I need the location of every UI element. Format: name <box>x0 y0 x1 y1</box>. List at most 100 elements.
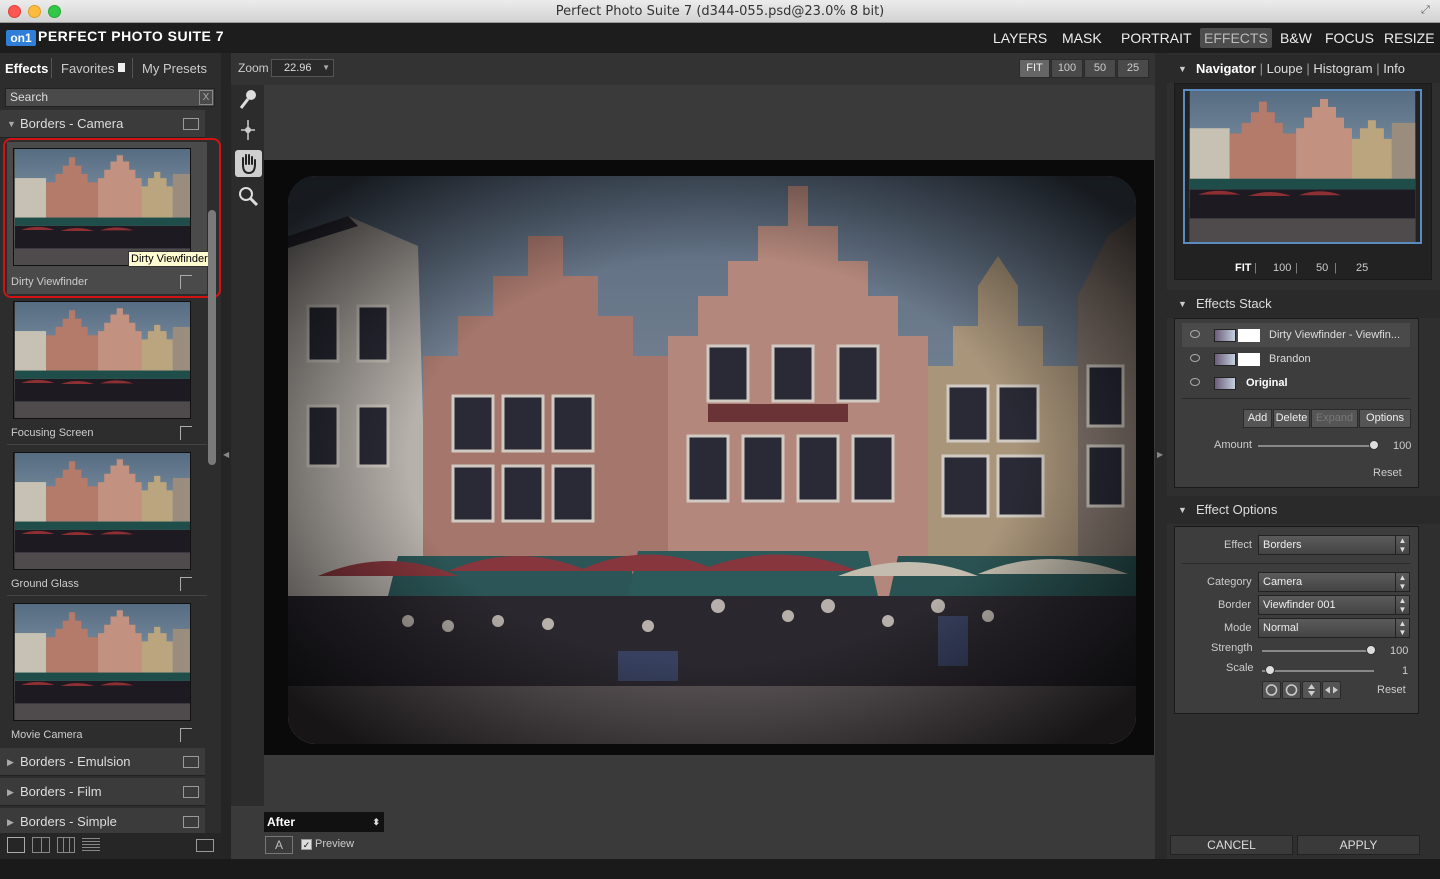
reset-amount-button[interactable]: Reset <box>1373 467 1402 479</box>
list-view-icon[interactable] <box>82 838 100 852</box>
hand-tool[interactable] <box>235 150 262 177</box>
mode-select[interactable]: Normal ▲ ▼ <box>1258 618 1410 638</box>
category-label: Borders - Camera <box>20 116 124 131</box>
tab-effects[interactable]: EFFECTS <box>1200 28 1272 48</box>
preview-photo[interactable] <box>288 176 1136 744</box>
grid-view-icon[interactable] <box>183 118 199 130</box>
flip-vertical-icon[interactable] <box>1302 681 1321 699</box>
eye-icon[interactable] <box>1190 354 1200 362</box>
flip-horizontal-icon[interactable] <box>1322 681 1341 699</box>
tab-info[interactable]: Info <box>1383 61 1405 76</box>
zoom-50-button[interactable]: 50 <box>1084 59 1116 78</box>
rotate-left-icon[interactable] <box>1262 681 1281 699</box>
tab-navigator[interactable]: Navigator <box>1196 61 1256 76</box>
preset-list-scrollbar[interactable] <box>208 210 216 465</box>
category-borders-film[interactable]: ▶ Borders - Film <box>0 778 205 806</box>
brush-tool[interactable] <box>235 86 262 113</box>
effect-select[interactable]: Borders ▲ ▼ <box>1258 535 1410 555</box>
preset-thumbnail-movie-camera[interactable] <box>13 603 191 721</box>
minimize-window-button[interactable] <box>28 5 41 18</box>
expanded-triangle-icon[interactable]: ▼ <box>1178 290 1187 318</box>
category-borders-simple[interactable]: ▶ Borders - Simple <box>0 808 205 836</box>
favorite-flag-icon[interactable] <box>180 426 192 440</box>
favorite-flag-icon[interactable] <box>180 275 192 289</box>
zoom-25-button[interactable]: 25 <box>1117 59 1149 78</box>
eye-icon[interactable] <box>1190 378 1200 386</box>
expand-layer-button[interactable]: Expand <box>1311 409 1358 428</box>
brush-icon <box>239 90 256 109</box>
navigator-thumbnail[interactable] <box>1183 89 1422 244</box>
preset-thumbnail-ground-glass[interactable] <box>13 452 191 570</box>
retouch-tool[interactable] <box>235 117 262 144</box>
amount-value[interactable]: 100 <box>1393 440 1411 452</box>
zoom-field[interactable]: 22.96 ▼ <box>271 59 334 77</box>
border-select[interactable]: Viewfinder 001 ▲ ▼ <box>1258 595 1410 615</box>
strength-slider-track[interactable] <box>1262 650 1374 652</box>
favorite-flag-icon[interactable] <box>180 577 192 591</box>
stack-layer-original[interactable]: Original <box>1182 371 1410 395</box>
tab-histogram[interactable]: Histogram <box>1313 61 1372 76</box>
amount-slider-track[interactable] <box>1258 445 1376 447</box>
layer-options-button[interactable]: Options <box>1359 409 1411 428</box>
tab-mask[interactable]: MASK <box>1058 28 1106 48</box>
zoom-fit-button[interactable]: FIT <box>1019 59 1050 78</box>
tab-bw[interactable]: B&W <box>1276 28 1316 48</box>
strength-slider-knob[interactable] <box>1366 645 1376 655</box>
tab-layers[interactable]: LAYERS <box>989 28 1051 48</box>
amount-slider-knob[interactable] <box>1369 440 1379 450</box>
scale-value[interactable]: 1 <box>1402 665 1408 677</box>
preset-thumbnail-focusing-screen[interactable] <box>13 301 191 419</box>
preview-checkbox[interactable]: ✓ Preview <box>301 838 354 850</box>
nav-zoom-50[interactable]: 50 <box>1316 262 1328 274</box>
grid-view-icon[interactable] <box>183 756 199 768</box>
category-select[interactable]: Camera ▲ ▼ <box>1258 572 1410 592</box>
eye-icon[interactable] <box>1190 330 1200 338</box>
close-window-button[interactable] <box>8 5 21 18</box>
collapse-right-icon[interactable]: ▶ <box>1157 450 1163 459</box>
apply-button[interactable]: APPLY <box>1297 835 1420 855</box>
expanded-triangle-icon[interactable]: ▼ <box>1178 496 1187 524</box>
expanded-triangle-icon[interactable]: ▼ <box>1178 55 1187 83</box>
stack-layer-dirty-viewfinder[interactable]: Dirty Viewfinder - Viewfin... <box>1182 323 1410 347</box>
category-borders-emulsion[interactable]: ▶ Borders - Emulsion <box>0 748 205 776</box>
nav-zoom-25[interactable]: 25 <box>1356 262 1368 274</box>
search-input[interactable]: Search X <box>5 88 215 107</box>
grid-view-icon[interactable] <box>183 786 199 798</box>
rotate-right-icon[interactable] <box>1282 681 1301 699</box>
layer-thumbnail <box>1214 353 1236 366</box>
pin-icon <box>241 120 255 140</box>
grid-view-icon[interactable] <box>196 839 214 852</box>
zoom-window-button[interactable] <box>48 5 61 18</box>
stack-layer-brandon[interactable]: Brandon <box>1182 347 1410 371</box>
tab-my-presets[interactable]: My Presets <box>142 61 207 76</box>
scale-slider-knob[interactable] <box>1265 665 1275 675</box>
tab-loupe[interactable]: Loupe <box>1267 61 1303 76</box>
clear-search-button[interactable]: X <box>199 90 213 105</box>
favorite-flag-icon[interactable] <box>180 728 192 742</box>
tab-resize[interactable]: RESIZE <box>1380 28 1439 48</box>
two-column-view-icon[interactable] <box>32 837 50 853</box>
single-column-view-icon[interactable] <box>7 837 25 853</box>
nav-zoom-100[interactable]: 100 <box>1273 262 1291 274</box>
add-layer-button[interactable]: Add <box>1243 409 1272 428</box>
delete-layer-button[interactable]: Delete <box>1273 409 1310 428</box>
category-borders-camera[interactable]: ▼ Borders - Camera <box>0 110 205 138</box>
zoom-100-button[interactable]: 100 <box>1051 59 1083 78</box>
zoom-tool[interactable] <box>235 183 262 210</box>
compare-a-button[interactable]: A <box>265 836 293 854</box>
tab-favorites[interactable]: Favorites <box>61 61 114 76</box>
collapse-left-icon[interactable]: ◀ <box>223 450 229 459</box>
tab-effects-browser[interactable]: Effects <box>5 61 48 76</box>
fullscreen-icon[interactable]: ⤢ <box>1421 4 1435 18</box>
three-column-view-icon[interactable] <box>57 837 75 853</box>
scale-slider-track[interactable] <box>1262 670 1374 672</box>
cancel-button[interactable]: CANCEL <box>1170 835 1293 855</box>
nav-zoom-fit[interactable]: FIT <box>1235 262 1252 274</box>
tab-focus[interactable]: FOCUS <box>1321 28 1378 48</box>
grid-view-icon[interactable] <box>183 816 199 828</box>
reset-options-button[interactable]: Reset <box>1377 684 1406 696</box>
strength-value[interactable]: 100 <box>1390 645 1408 657</box>
preset-thumbnail-dirty-viewfinder[interactable] <box>13 148 191 266</box>
tab-portrait[interactable]: PORTRAIT <box>1117 28 1196 48</box>
view-mode-select[interactable]: After ⬍ <box>264 812 384 832</box>
